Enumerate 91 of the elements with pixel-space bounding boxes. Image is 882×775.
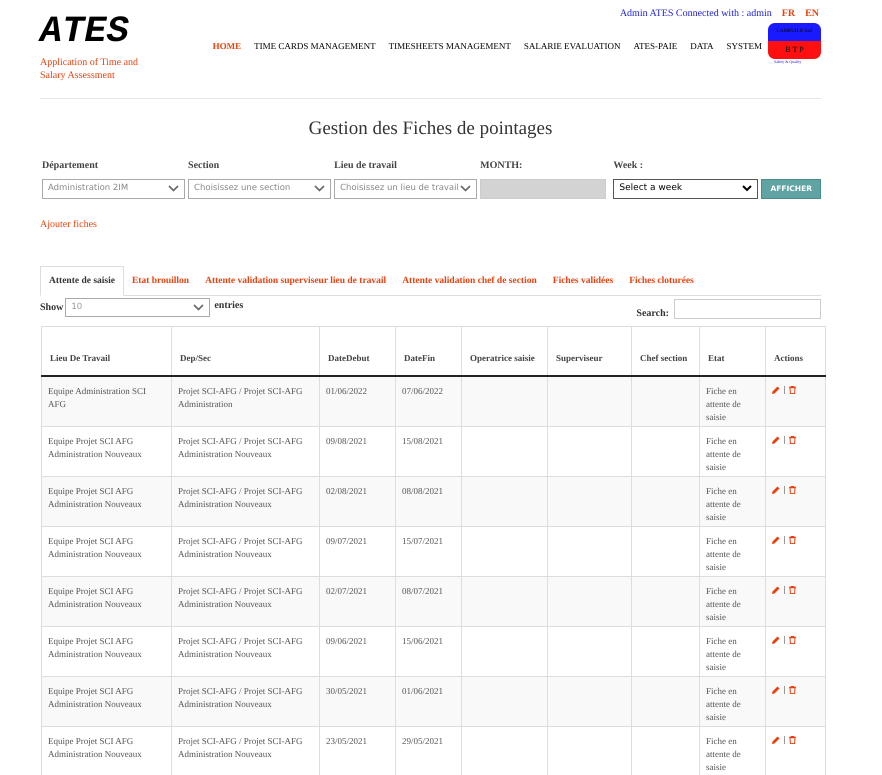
delete-icon[interactable] — [789, 536, 796, 544]
delete-icon[interactable] — [789, 736, 796, 744]
tab[interactable]: Etat brouillon — [124, 266, 198, 295]
table-cell: 15/08/2021 — [396, 426, 462, 476]
table-cell: Equipe Projet SCI AFG Administration Nouveaux — [42, 426, 172, 476]
table-cell: Equipe Projet SCI AFG Administration Nouveaux — [42, 726, 172, 775]
table-cell: Fiche en attente de saisie — [700, 576, 766, 626]
nav-link[interactable]: SALARIE EVALUATION — [524, 40, 621, 54]
table-cell: 15/07/2021 — [396, 526, 462, 576]
dropdown[interactable]: Choisissez une section — [188, 178, 332, 198]
chevron-icon — [742, 185, 752, 192]
delete-icon[interactable] — [789, 686, 796, 694]
entries-label: entries — [214, 298, 244, 313]
add-link[interactable]: Ajouter fiches — [40, 216, 821, 232]
nav-link[interactable]: TIMESHEETS MANAGEMENT — [388, 40, 511, 54]
filter-label: Section — [188, 158, 220, 172]
table-cell: 09/06/2021 — [320, 626, 396, 676]
table-cell: Fiche en attente de saisie — [700, 426, 766, 476]
dropdown[interactable]: Administration 2IM — [42, 178, 186, 198]
tab[interactable]: Attente de saisie — [40, 266, 124, 296]
table-cell: Projet SCI-AFG / Projet SCI-AFG Administration — [172, 376, 320, 426]
tab[interactable]: Attente validation superviseur lieu de travail — [197, 266, 394, 295]
edit-icon[interactable] — [772, 486, 780, 494]
chevron-icon — [193, 304, 204, 311]
edit-icon[interactable] — [772, 536, 780, 544]
edit-icon[interactable] — [772, 436, 780, 444]
tagline: Application of Time and Salary Assessment — [40, 56, 140, 82]
table-cell: 01/06/2021 — [396, 676, 462, 726]
table-cell: Projet SCI-AFG / Projet SCI-AFG Administration Nouveaux — [172, 426, 320, 476]
table-cell: 15/06/2021 — [396, 626, 462, 676]
filter-label: Département — [42, 158, 100, 172]
table-cell: Fiche en attente de saisie — [700, 476, 766, 526]
delete-icon[interactable] — [789, 436, 796, 444]
table-cell: 02/07/2021 — [320, 576, 396, 626]
table-cell: Equipe Projet SCI AFG Administration Nouveaux — [42, 676, 172, 726]
chevron-icon — [460, 185, 472, 192]
table-cell: 30/05/2021 — [320, 676, 396, 726]
filter-label: Week : — [613, 158, 644, 172]
table-cell: 07/06/2022 — [396, 376, 462, 426]
table-cell: Equipe Projet SCI AFG Administration Nouveaux — [42, 526, 172, 576]
table-cell: 09/08/2021 — [320, 426, 396, 476]
nav-link[interactable]: TIME CARDS MANAGEMENT — [254, 40, 376, 54]
tab[interactable]: Attente validation chef de section — [394, 266, 545, 295]
search-field[interactable] — [674, 299, 821, 320]
table-cell: Fiche en attente de saisie — [700, 676, 766, 726]
table-cell: Equipe Administration SCI AFG — [42, 376, 172, 426]
table-cell: Fiche en attente de saisie — [700, 626, 766, 676]
edit-icon[interactable] — [772, 386, 780, 394]
page-title: Gestion des Fiches de pointages — [308, 117, 554, 141]
search-label: Search: — [636, 306, 669, 321]
nav-link[interactable]: ATES-PAIE — [634, 40, 678, 54]
table-cell: Fiche en attente de saisie — [700, 376, 766, 426]
table-cell: 09/07/2021 — [320, 526, 396, 576]
table-cell: Projet SCI-AFG / Projet SCI-AFG Administration Nouveaux — [172, 576, 320, 626]
table-cell: Fiche en attente de saisie — [700, 526, 766, 576]
table-cell: 08/08/2021 — [396, 476, 462, 526]
edit-icon[interactable] — [772, 636, 780, 644]
month-field[interactable] — [480, 178, 606, 198]
delete-icon[interactable] — [789, 386, 796, 394]
table-cell: 08/07/2021 — [396, 576, 462, 626]
table-cell: Projet SCI-AFG / Projet SCI-AFG Administration Nouveaux — [172, 676, 320, 726]
edit-icon[interactable] — [772, 586, 780, 594]
table-cell: Equipe Projet SCI AFG Administration Nouveaux — [42, 576, 172, 626]
tab[interactable]: Fiches cloturées — [621, 266, 702, 295]
week-dropdown[interactable]: Select a week — [613, 178, 758, 198]
table-cell: Equipe Projet SCI AFG Administration Nouveaux — [42, 476, 172, 526]
table-cell: 02/08/2021 — [320, 476, 396, 526]
delete-icon[interactable] — [789, 636, 796, 644]
nav-link[interactable]: SYSTEM — [726, 40, 762, 54]
chevron-icon — [168, 185, 180, 192]
nav-link[interactable]: HOME — [212, 40, 242, 54]
language-link[interactable]: FR — [782, 6, 796, 21]
filter-label: Lieu de travail — [334, 158, 398, 172]
edit-icon[interactable] — [772, 736, 780, 744]
user-info: Admin ATES Connected with : admin — [620, 7, 772, 21]
table-cell: Projet SCI-AFG / Projet SCI-AFG Administration Nouveaux — [172, 526, 320, 576]
show-label: Show — [40, 300, 64, 315]
table-cell: Projet SCI-AFG / Projet SCI-AFG Administration Nouveaux — [172, 476, 320, 526]
table-cell: 01/06/2022 — [320, 376, 396, 426]
table-cell: Equipe Projet SCI AFG Administration Nouveaux — [42, 626, 172, 676]
nav-link[interactable]: DATA — [690, 40, 714, 54]
chevron-icon — [314, 185, 326, 192]
delete-icon[interactable] — [789, 486, 796, 494]
tab[interactable]: Fiches validées — [544, 266, 622, 295]
filter-label: MONTH: — [480, 158, 524, 172]
language-link[interactable]: EN — [805, 6, 819, 21]
logo: ATES — [40, 14, 130, 50]
edit-icon[interactable] — [772, 686, 780, 694]
dropdown[interactable]: Choisissez un lieu de travail — [334, 178, 478, 198]
table-cell: Projet SCI-AFG / Projet SCI-AFG Administration Nouveaux — [172, 626, 320, 676]
delete-icon[interactable] — [789, 586, 796, 594]
